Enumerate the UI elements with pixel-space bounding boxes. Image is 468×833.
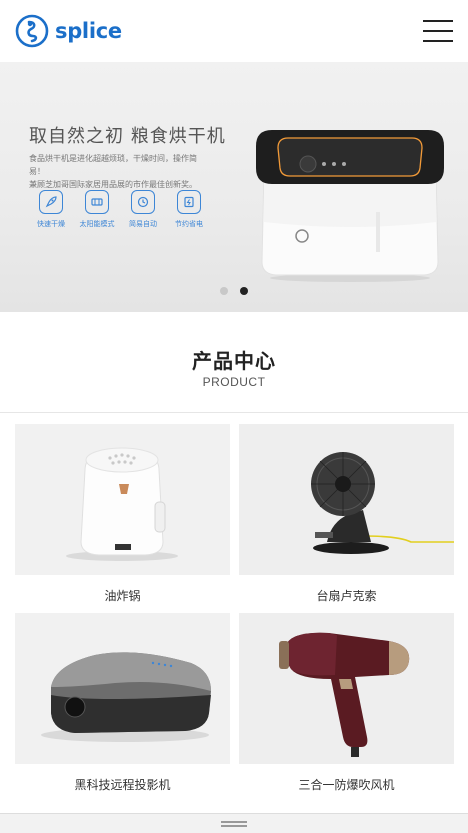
section-title: 产品中心 xyxy=(192,349,276,373)
product-name[interactable]: 三合一防爆吹风机 xyxy=(239,776,454,793)
logo-text: splice xyxy=(55,19,122,43)
section-subtitle: PRODUCT xyxy=(202,375,266,389)
feature-label: 节约省电 xyxy=(175,220,203,228)
feature-list: 快速干燥 太阳能模式 简易自动 节约省电 xyxy=(28,190,212,229)
carousel-dots xyxy=(220,287,260,295)
desk-fan-image[interactable] xyxy=(239,424,454,575)
feature-item: 节约省电 xyxy=(166,190,212,229)
grain-dryer-image xyxy=(256,130,444,282)
banner-description: 食品烘干机是进化超越烦琐，干燥时间，操作简易！ 兼顾芝加哥国际家居用品展的市作最… xyxy=(29,152,209,191)
rocket-icon xyxy=(39,190,63,214)
product-name[interactable]: 台扇卢克索 xyxy=(239,587,454,604)
auto-icon xyxy=(131,190,155,214)
logo-icon xyxy=(15,14,49,48)
header: splice xyxy=(0,0,468,62)
hair-dryer-image[interactable] xyxy=(239,613,454,764)
carousel-dot[interactable] xyxy=(220,287,228,295)
expand-handle-icon[interactable] xyxy=(221,820,247,827)
banner-title: 取自然之初 粮食烘干机 xyxy=(29,126,226,147)
product-section-header: 产品中心 PRODUCT xyxy=(0,312,468,413)
product-card[interactable]: 三合一防爆吹风机 xyxy=(239,613,454,793)
feature-label: 简易自动 xyxy=(129,220,157,228)
feature-label: 快速干燥 xyxy=(37,220,65,228)
air-fryer-image[interactable] xyxy=(15,424,230,575)
power-saving-icon xyxy=(177,190,201,214)
hero-banner[interactable]: 取自然之初 粮食烘干机 食品烘干机是进化超越烦琐，干燥时间，操作简易！ 兼顾芝加… xyxy=(0,62,468,312)
product-name[interactable]: 油炸锅 xyxy=(15,587,230,604)
product-card[interactable]: 油炸锅 xyxy=(15,424,230,604)
feature-item: 快速干燥 xyxy=(28,190,74,229)
banner-description-line: 食品烘干机是进化超越烦琐，干燥时间，操作简易！ xyxy=(29,154,197,176)
projector-image[interactable] xyxy=(15,613,230,764)
logo[interactable]: splice xyxy=(15,14,122,48)
hamburger-menu-icon[interactable] xyxy=(423,20,453,42)
feature-label: 太阳能模式 xyxy=(79,220,115,228)
bottom-bar[interactable] xyxy=(0,813,468,833)
carousel-dot-active[interactable] xyxy=(240,287,248,295)
feature-item: 太阳能模式 xyxy=(74,190,120,229)
solar-icon xyxy=(85,190,109,214)
product-name[interactable]: 黑科技远程投影机 xyxy=(15,776,230,793)
product-card[interactable]: 黑科技远程投影机 xyxy=(15,613,230,793)
product-card[interactable]: 台扇卢克索 xyxy=(239,424,454,604)
feature-item: 简易自动 xyxy=(120,190,166,229)
